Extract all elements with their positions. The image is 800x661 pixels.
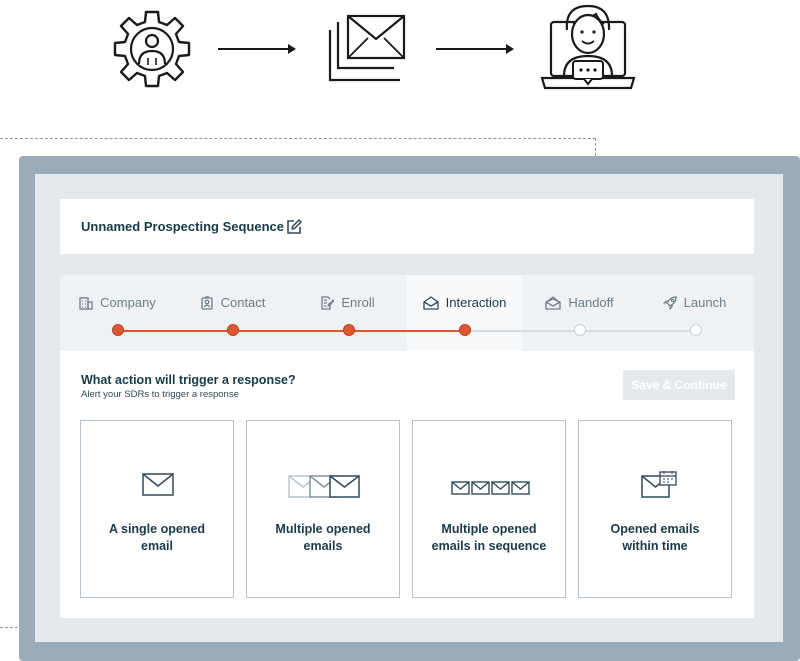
step-handoff[interactable]: Handoff [522,275,637,351]
card-label-line2: emails in sequence [431,539,547,553]
card-label-line2: within time [622,539,688,553]
step-label-contact: Contact [220,295,266,310]
settings-user-gear-icon [113,10,191,88]
step-label-company: Company [100,295,156,310]
step-dot-contact [227,324,239,336]
step-label-launch: Launch [683,295,727,310]
multiple-emails-icon [288,475,360,498]
sequence-emails-icon [451,481,530,495]
main-panel: Company Contact Enroll Interaction Hando… [60,275,754,618]
step-launch[interactable]: Launch [637,275,752,351]
stepper: Company Contact Enroll Interaction Hando… [60,275,754,351]
step-company[interactable]: Company [60,275,175,351]
card-label-line1: A single opened [108,522,206,536]
building-icon [79,297,93,310]
single-email-icon [142,473,174,496]
option-card-emails-within-time[interactable]: Opened emails within time [578,420,732,598]
step-label-interaction: Interaction [445,295,507,310]
card-label-line2: email [141,539,173,553]
arrow-right-icon [436,44,514,54]
save-continue-button[interactable]: Save & Continue [623,370,735,400]
question-hint: Alert your SDRs to trigger a response [81,389,239,400]
sales-rep-laptop-icon [540,4,636,90]
rocket-icon [662,296,677,311]
email-stack-icon [328,14,406,82]
step-enroll[interactable]: Enroll [290,275,405,351]
step-dot-company [112,324,124,336]
option-card-emails-in-sequence[interactable]: Multiple opened emails in sequence [412,420,566,598]
question-title: What action will trigger a response? [81,373,296,387]
open-envelope-icon [422,296,439,310]
card-label-line1: Multiple opened [441,522,537,536]
progress-track-done [118,330,465,332]
card-label-line2: emails [303,539,343,553]
edit-icon[interactable] [286,219,302,235]
clipboard-icon [321,296,336,310]
step-dot-handoff [574,324,586,336]
step-contact[interactable]: Contact [175,275,290,351]
step-interaction[interactable]: Interaction [407,275,522,351]
envelope-stack-icon [545,296,561,310]
contact-card-icon [200,296,213,310]
card-label-line1: Multiple opened [275,522,371,536]
step-label-enroll: Enroll [341,295,375,310]
step-label-handoff: Handoff [568,295,614,310]
step-dot-enroll [343,324,355,336]
option-card-multiple-emails[interactable]: Multiple opened emails [246,420,400,598]
card-label-line1: Opened emails [610,522,700,536]
arrow-right-icon [218,44,296,54]
sequence-header: Unnamed Prospecting Sequence [60,199,754,254]
option-card-single-email[interactable]: A single opened email [80,420,234,598]
sequence-title: Unnamed Prospecting Sequence [81,219,284,234]
email-calendar-icon [641,471,677,498]
step-dot-launch [690,324,702,336]
step-dot-interaction [459,324,471,336]
